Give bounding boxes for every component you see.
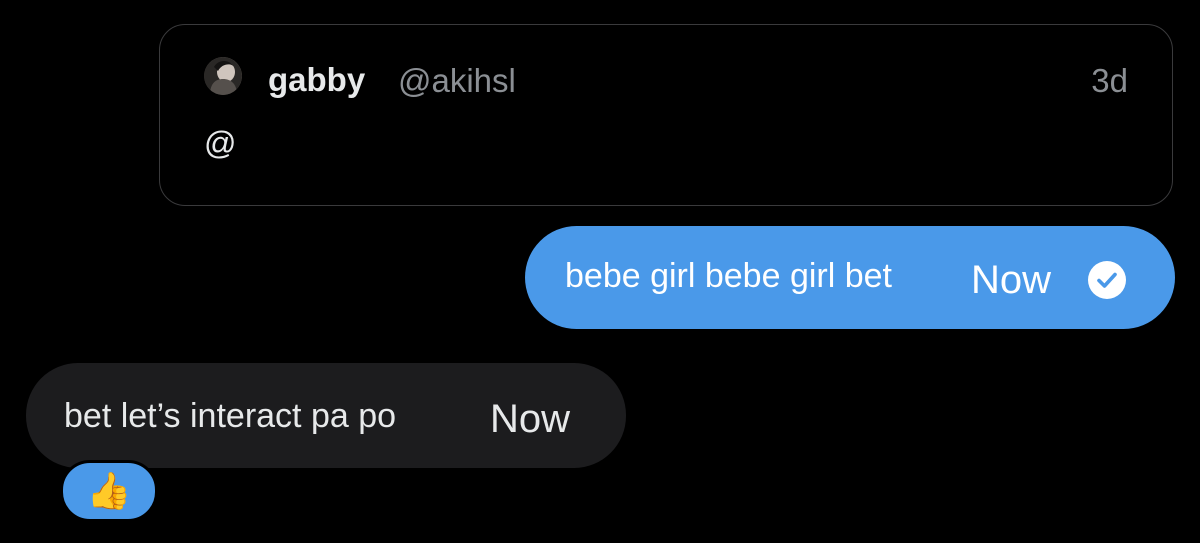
- sent-message-bubble[interactable]: bebe girl bebe girl bet Now: [525, 226, 1175, 329]
- avatar[interactable]: [204, 57, 242, 95]
- avatar-photo-icon: [204, 57, 242, 95]
- author-handle: @akihsl: [398, 62, 516, 99]
- message-timestamp: Now: [971, 258, 1052, 302]
- received-message-bubble[interactable]: bet let’s interact pa po Now: [26, 363, 626, 468]
- thumbs-up-reaction[interactable]: 👍: [60, 460, 158, 522]
- quoted-post-card[interactable]: gabby @akihsl 3d @: [159, 24, 1173, 206]
- dm-conversation: gabby @akihsl 3d @ bebe girl bebe girl b…: [0, 0, 1200, 543]
- thumbs-up-icon: 👍: [86, 470, 132, 511]
- post-timestamp: 3d: [1091, 62, 1128, 99]
- quoted-post-text: @: [204, 125, 237, 161]
- message-timestamp: Now: [490, 397, 571, 441]
- author-name: gabby: [268, 61, 366, 98]
- message-text: bebe girl bebe girl bet: [565, 257, 893, 295]
- check-circle-icon: [1088, 261, 1126, 299]
- message-text: bet let’s interact pa po: [64, 397, 397, 435]
